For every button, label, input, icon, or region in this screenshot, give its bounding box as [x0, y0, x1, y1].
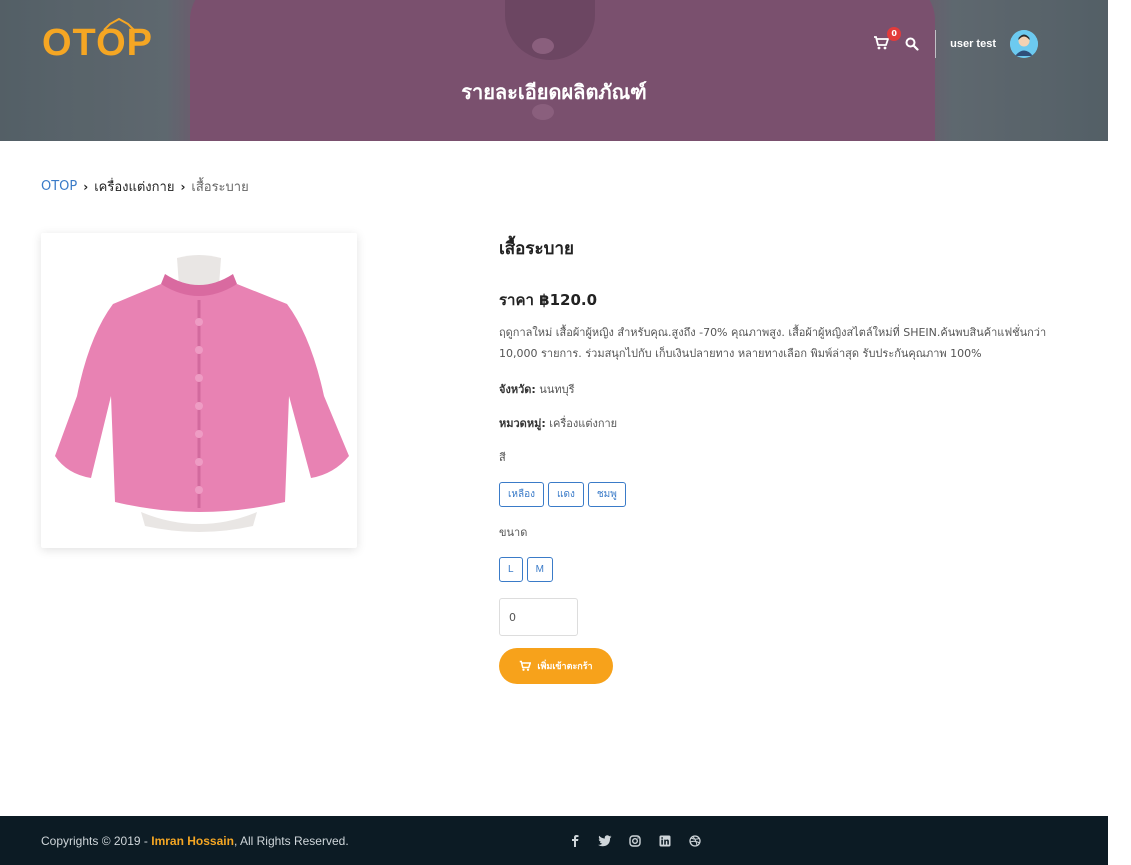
quantity-input[interactable]: [499, 598, 578, 636]
category-label: หมวดหมู่:: [499, 417, 546, 430]
header-divider: [935, 30, 937, 58]
product-price: ราคา ฿120.0: [499, 291, 598, 309]
product-category: หมวดหมู่: เครื่องแต่งกาย: [499, 414, 1079, 432]
chevron-right-icon: ›: [180, 179, 186, 194]
size-label: ขนาด: [499, 526, 528, 539]
hero-overlay: [0, 0, 1108, 141]
instagram-icon[interactable]: [628, 834, 642, 848]
logo-text: OTOP: [42, 22, 153, 64]
province-value: นนทบุรี: [539, 383, 575, 396]
category-value: เครื่องแต่งกาย: [549, 417, 618, 430]
chevron-right-icon: ›: [83, 179, 89, 194]
cart-icon: [874, 36, 890, 50]
copyright-suffix: , All Rights Reserved.: [233, 833, 349, 848]
linkedin-icon[interactable]: [658, 834, 672, 848]
product-image[interactable]: [41, 233, 357, 548]
avatar[interactable]: [1010, 30, 1038, 58]
color-option-yellow[interactable]: เหลือง: [499, 482, 545, 507]
add-to-cart-label: เพิ่มเข้าตะกร้า: [537, 662, 593, 672]
product-details: เสื้อระบาย ราคา ฿120.0 ฤดูกาลใหม่ เสื้อผ…: [499, 233, 1079, 684]
product-province: จังหวัด: นนทบุรี: [499, 380, 1079, 398]
breadcrumb-category-link[interactable]: เครื่องแต่งกาย: [94, 176, 174, 197]
search-icon: [905, 37, 919, 51]
breadcrumb-home-link[interactable]: OTOP: [41, 179, 77, 194]
hero-banner: OTOP รายละเอียดผลิตภัณฑ์ 0 user test: [0, 0, 1108, 141]
product-description: ฤดูกาลใหม่ เสื้อผ้าผู้หญิง สำหรับคุณ.สูง…: [499, 326, 1047, 360]
size-options: L M: [499, 557, 1079, 582]
size-option-l[interactable]: L: [499, 557, 523, 582]
page-title: รายละเอียดผลิตภัณฑ์: [461, 80, 647, 104]
color-label: สี: [499, 451, 506, 464]
province-label: จังหวัด:: [499, 383, 536, 396]
copyright-prefix: Copyrights © 2019 -: [41, 833, 152, 848]
cart-count-badge: 0: [887, 27, 902, 41]
copyright-author-link[interactable]: Imran Hossain: [151, 834, 234, 848]
breadcrumb: OTOP › เครื่องแต่งกาย › เสื้อระบาย: [41, 176, 249, 197]
search-button[interactable]: [905, 36, 921, 52]
user-avatar-icon: [1010, 30, 1038, 58]
size-option-m[interactable]: M: [526, 557, 553, 582]
product-name: เสื้อระบาย: [499, 239, 574, 259]
facebook-icon[interactable]: [568, 834, 582, 848]
user-name[interactable]: user test: [950, 38, 996, 50]
product-blouse-image: [55, 254, 349, 532]
footer: Copyrights © 2019 - Imran Hossain, All R…: [0, 816, 1108, 865]
social-links: [568, 834, 702, 848]
dribbble-icon[interactable]: [688, 834, 702, 848]
color-options: เหลือง แดง ชมพู: [499, 482, 1079, 507]
cart-icon: [520, 660, 532, 671]
logo-crown-icon: [103, 18, 135, 31]
cart-button[interactable]: 0: [873, 27, 902, 53]
twitter-icon[interactable]: [598, 834, 612, 848]
logo[interactable]: OTOP: [42, 18, 153, 66]
color-option-pink[interactable]: ชมพู: [587, 482, 626, 507]
add-to-cart-button[interactable]: เพิ่มเข้าตะกร้า: [499, 648, 613, 684]
breadcrumb-current: เสื้อระบาย: [191, 180, 249, 195]
copyright-text: Copyrights © 2019 - Imran Hossain, All R…: [41, 834, 349, 848]
color-option-red[interactable]: แดง: [548, 482, 584, 507]
header-nav: 0 user test: [873, 27, 1038, 58]
